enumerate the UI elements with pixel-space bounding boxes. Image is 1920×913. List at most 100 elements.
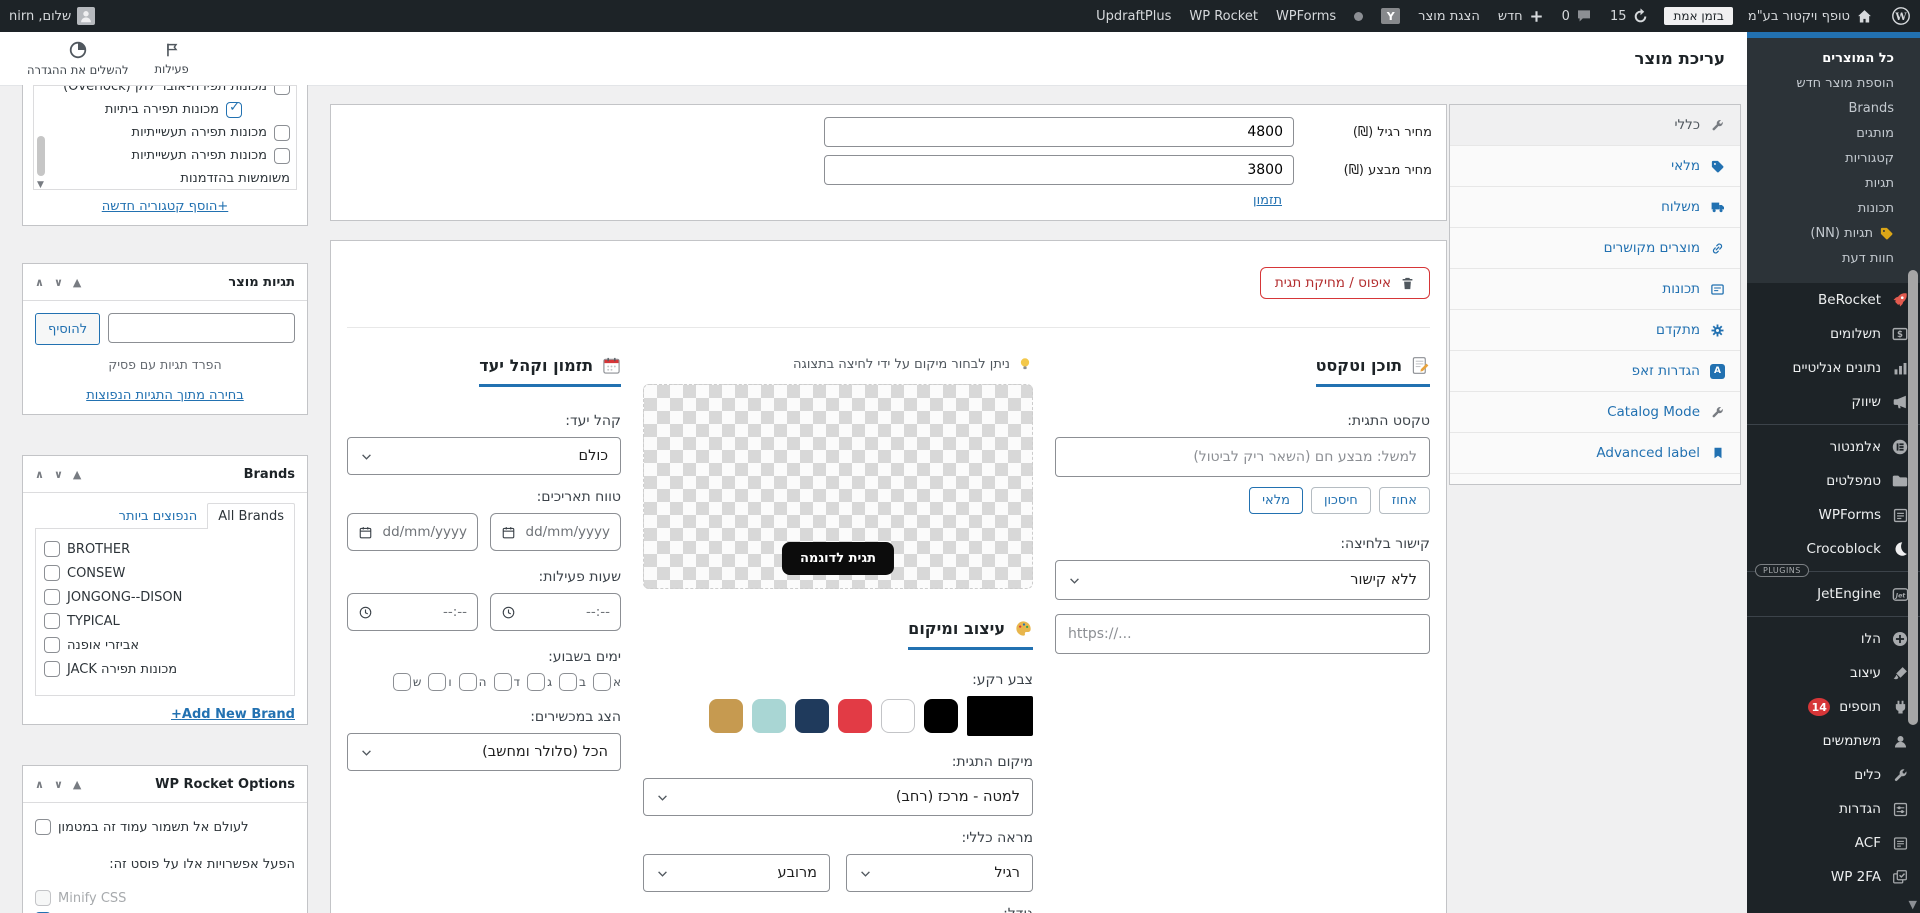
menu-hello[interactable]: הלו <box>1747 622 1920 656</box>
sample-tag-pill[interactable]: תגית לדוגמה <box>781 542 895 575</box>
regular-price-input[interactable] <box>824 117 1294 147</box>
wp-rocket-admin-bar-link[interactable]: WP Rocket <box>1180 0 1267 32</box>
weekday-wednesday[interactable]: ד <box>493 673 520 691</box>
category-list-scrollbar[interactable] <box>37 136 45 176</box>
current-color-swatch[interactable] <box>967 696 1033 736</box>
category-checkbox[interactable] <box>274 86 290 95</box>
category-checkbox[interactable] <box>274 124 290 141</box>
menu-appearance[interactable]: עיצוב <box>1747 656 1920 690</box>
wpforms-admin-bar-link[interactable]: WPForms <box>1267 0 1345 32</box>
menu-marketing[interactable]: שיווק <box>1747 385 1920 419</box>
weekday-saturday[interactable]: ש <box>392 673 421 691</box>
browser-scrollbar-thumb[interactable] <box>1908 270 1918 725</box>
submenu-brands-he[interactable]: מותגים <box>1747 121 1920 146</box>
brand-checkbox[interactable] <box>44 589 60 605</box>
brand-checkbox[interactable] <box>44 565 60 581</box>
tab-attributes[interactable]: תכונות <box>1450 269 1740 310</box>
category-row[interactable]: משומשות בהזדמנות <box>34 167 290 189</box>
tab-zap-settings[interactable]: A הגדרות זאפ <box>1450 351 1740 392</box>
audience-select[interactable]: כולם <box>347 437 621 475</box>
savings-quick-button[interactable]: חיסכון <box>1310 487 1371 514</box>
move-up-icon[interactable]: ∧ <box>35 276 44 289</box>
weekday-sunday[interactable]: א <box>592 673 621 691</box>
add-new-brand-link[interactable]: Add New Brand+ <box>171 707 295 722</box>
menu-settings[interactable]: הגדרות <box>1747 792 1920 826</box>
category-row[interactable]: מכונות תפירה ביתיות <box>34 98 290 121</box>
menu-wp2fa[interactable]: WP 2FA <box>1747 860 1920 894</box>
toggle-indicator-icon[interactable]: ▲ <box>73 276 81 289</box>
category-row[interactable]: מכונות תפירה תעשייתיות <box>34 121 290 144</box>
updates-indicator[interactable]: 15 <box>1601 0 1659 32</box>
realtime-badge[interactable]: בזמן אמת <box>1664 7 1733 25</box>
menu-plugins[interactable]: תוספים 14 <box>1747 690 1920 724</box>
menu-analytics[interactable]: נתונים אנליטיים <box>1747 351 1920 385</box>
weekday-monday[interactable]: ב <box>559 673 586 691</box>
menu-payments[interactable]: $ תשלומים <box>1747 317 1920 351</box>
submenu-reviews[interactable]: חוות דעת <box>1747 246 1920 271</box>
menu-wpforms[interactable]: WPForms <box>1747 498 1920 532</box>
appearance-style-select[interactable]: רגיל <box>846 854 1033 892</box>
appearance-shape-select[interactable]: מרובע <box>643 854 830 892</box>
color-swatch-teal[interactable] <box>752 699 786 733</box>
link-url-input[interactable] <box>1055 614 1430 654</box>
yoast-menu[interactable]: Y <box>1372 0 1409 32</box>
day-checkbox[interactable] <box>428 673 447 691</box>
link-type-select[interactable]: ללא קישור <box>1055 560 1430 600</box>
tab-advanced[interactable]: מתקדם <box>1450 310 1740 351</box>
tab-inventory[interactable]: מלאי <box>1450 146 1740 187</box>
toggle-indicator-icon[interactable]: ▲ <box>73 778 81 791</box>
color-swatch-white[interactable] <box>881 699 915 733</box>
menu-templates[interactable]: טמפלטים <box>1747 464 1920 498</box>
status-dot-indicator[interactable] <box>1345 0 1372 32</box>
category-scroll-arrow[interactable]: ▼ <box>37 180 44 189</box>
start-date-input[interactable]: dd/mm/yyyy <box>490 513 621 551</box>
category-row[interactable]: מכונות תפירה תעשייתיות <box>34 144 290 167</box>
updraftplus-admin-bar-link[interactable]: UpdraftPlus <box>1087 0 1180 32</box>
category-checkbox[interactable] <box>274 147 290 164</box>
brand-row[interactable]: BROTHER <box>44 537 286 561</box>
stock-quick-button[interactable]: מלאי <box>1249 487 1303 514</box>
tag-position-preview[interactable]: תגית לדוגמה <box>643 384 1033 589</box>
day-checkbox[interactable] <box>559 673 578 691</box>
end-date-input[interactable]: dd/mm/yyyy <box>347 513 478 551</box>
new-content-menu[interactable]: חדש <box>1489 0 1553 32</box>
brand-checkbox[interactable] <box>44 541 60 557</box>
finish-setup-tab[interactable]: להשלים את ההגדרה <box>14 32 142 85</box>
scrollbar-down-arrow[interactable]: ▼ <box>1909 898 1917 911</box>
brand-row[interactable]: CONSEW <box>44 561 286 585</box>
start-time-input[interactable]: --:-- <box>490 593 621 631</box>
add-tag-button[interactable]: להוסיף <box>35 313 101 345</box>
move-up-icon[interactable]: ∧ <box>35 468 44 481</box>
toggle-indicator-icon[interactable]: ▲ <box>73 468 81 481</box>
color-swatch-navy[interactable] <box>795 699 829 733</box>
brand-row[interactable]: מכונות תפירה JACK <box>44 657 286 681</box>
day-checkbox[interactable] <box>458 673 477 691</box>
day-checkbox[interactable] <box>527 673 546 691</box>
submenu-all-products[interactable]: כל המוצרים <box>1747 46 1920 71</box>
day-checkbox[interactable] <box>392 673 411 691</box>
tab-shipping[interactable]: משלוח <box>1450 187 1740 228</box>
tag-text-input[interactable] <box>1055 437 1430 477</box>
day-checkbox[interactable] <box>592 673 611 691</box>
brand-row[interactable]: JONGONG--DISON <box>44 585 286 609</box>
sale-price-input[interactable] <box>824 155 1294 185</box>
weekday-tuesday[interactable]: ג <box>527 673 552 691</box>
category-checkbox-checked[interactable] <box>226 100 242 118</box>
weekday-friday[interactable]: ו <box>428 673 452 691</box>
tab-general[interactable]: כללי <box>1450 105 1740 146</box>
submenu-categories[interactable]: קטגוריות <box>1747 146 1920 171</box>
tag-position-select[interactable]: למטה - מרכז (רחב) <box>643 778 1033 816</box>
tab-linked-products[interactable]: מוצרים מקושרים <box>1450 228 1740 269</box>
brand-row[interactable]: אביזרי אופנה <box>44 633 286 657</box>
brand-checkbox[interactable] <box>44 613 60 629</box>
tab-catalog-mode[interactable]: Catalog Mode <box>1450 392 1740 433</box>
menu-elementor[interactable]: אלמנטור <box>1747 430 1920 464</box>
tab-advanced-label[interactable]: Advanced label <box>1450 433 1740 474</box>
weekday-thursday[interactable]: ה <box>458 673 487 691</box>
color-swatch-black[interactable] <box>924 699 958 733</box>
move-down-icon[interactable]: ∨ <box>54 468 63 481</box>
color-swatch-red[interactable] <box>838 699 872 733</box>
menu-users[interactable]: משתמשים <box>1747 724 1920 758</box>
choose-popular-tags-link[interactable]: בחירה מתוך התגיות הנפוצות <box>86 388 244 403</box>
menu-jetengine[interactable]: Jet JetEngine <box>1747 577 1920 611</box>
